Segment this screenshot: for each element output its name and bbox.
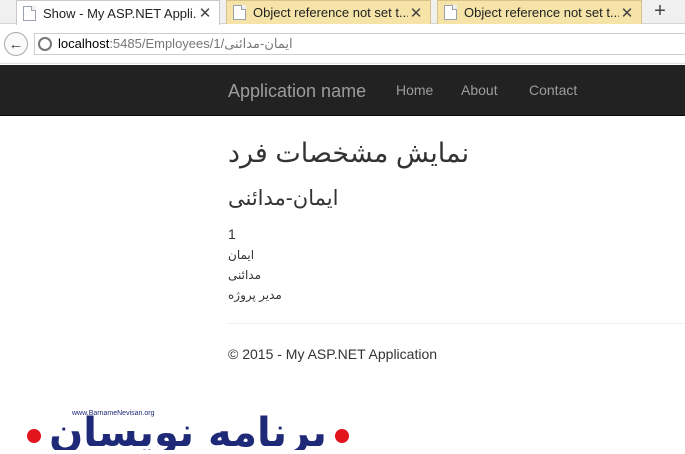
address-bar[interactable]: localhost:5485/Employees/1/ایمان-مدائنی: [34, 33, 685, 55]
tab-error-1[interactable]: Object reference not set t... ✕: [226, 0, 431, 24]
employee-name-heading: ایمان-مدائنی: [228, 187, 339, 210]
barnamenevisan-logo: www.BarnameNevisan.org برنامه نویسان: [27, 410, 349, 450]
url-path: :5485/Employees/1/ایمان-مدائنی: [109, 36, 293, 51]
page-icon: [233, 5, 246, 20]
nav-contact[interactable]: Contact: [529, 82, 577, 98]
logo-name-text: برنامه نویسان: [49, 410, 327, 450]
page-icon: [23, 5, 36, 21]
footer-copyright: © 2015 - My ASP.NET Application: [228, 346, 438, 362]
new-tab-button[interactable]: +: [648, 0, 672, 24]
tab-title: Show - My ASP.NET Appli...: [43, 5, 197, 21]
site-navbar: Application name Home About Contact: [0, 65, 685, 116]
tab-error-2[interactable]: Object reference not set t... ✕: [437, 0, 642, 24]
nav-about[interactable]: About: [461, 82, 498, 98]
tab-title: Object reference not set t...: [464, 5, 619, 20]
browser-tab-strip: Show - My ASP.NET Appli... ✕ Object refe…: [0, 0, 685, 25]
divider: [228, 323, 685, 324]
url-text: localhost:5485/Employees/1/ایمان-مدائنی: [58, 36, 293, 52]
employee-position: مدیر پروژه: [228, 288, 282, 302]
brand-link[interactable]: Application name: [228, 81, 366, 102]
employee-last-name: مدائنی: [228, 268, 262, 282]
employee-first-name: ایمان: [228, 248, 255, 262]
employee-id: 1: [228, 226, 236, 242]
url-host: localhost: [58, 36, 110, 51]
tab-title: Object reference not set t...: [253, 5, 408, 20]
back-button[interactable]: ←: [4, 32, 28, 56]
close-icon[interactable]: ✕: [408, 4, 424, 22]
close-icon[interactable]: ✕: [619, 4, 635, 22]
logo-red-dot: [27, 429, 41, 443]
page-icon: [444, 5, 457, 20]
page-title: نمایش مشخصات فرد: [228, 138, 470, 168]
tab-show-employee[interactable]: Show - My ASP.NET Appli... ✕: [16, 0, 220, 25]
browser-toolbar: ← localhost:5485/Employees/1/ایمان-مدائن…: [0, 25, 685, 64]
logo-red-dot: [335, 429, 349, 443]
nav-home[interactable]: Home: [396, 82, 433, 98]
close-icon[interactable]: ✕: [197, 4, 213, 22]
globe-icon: [38, 37, 52, 51]
